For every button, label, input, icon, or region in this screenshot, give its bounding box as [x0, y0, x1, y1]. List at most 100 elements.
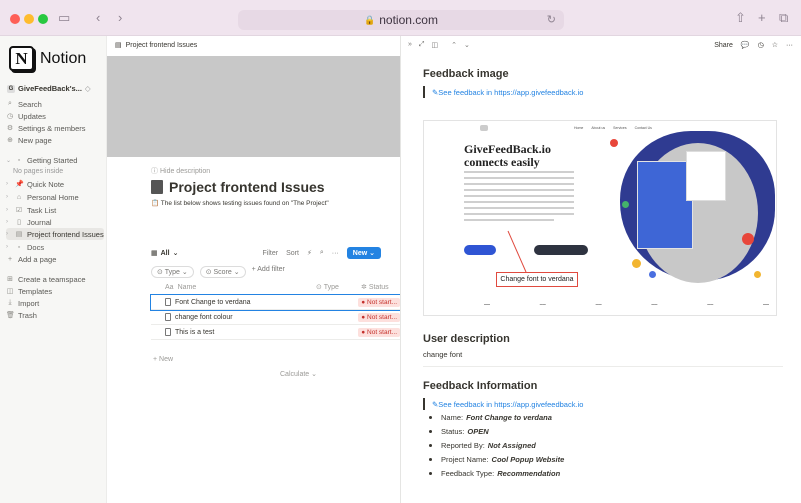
status-badge[interactable]: ● Not start... — [358, 327, 400, 337]
partner-logo: ▬▬ — [539, 302, 546, 306]
expand-icon[interactable]: ⤢ — [419, 41, 425, 49]
new-button[interactable]: New ⌄ — [346, 247, 381, 259]
add-row-button[interactable]: + New — [153, 356, 173, 363]
next-icon[interactable]: ⌄ — [464, 41, 470, 49]
sidebar: N Notion G GiveFeedBack's... ◇ ⌕ Search ◷… — [0, 36, 107, 503]
bullet-icon — [429, 443, 432, 447]
feedback-link[interactable]: ✎ See feedback in https://app.givefeedba… — [423, 86, 583, 98]
table-header: Aa Name ⊙ Type ✲ Status — [151, 280, 400, 295]
status-badge[interactable]: ● Not start... — [358, 312, 400, 322]
share-button[interactable]: Share — [714, 42, 733, 49]
sidebar-page-journal[interactable]: › ▯ Journal — [6, 216, 104, 228]
sidebar-page-project-frontend-issues[interactable]: › ▤ Project frontend Issues — [6, 228, 104, 240]
hide-description-label: Hide description — [159, 168, 211, 175]
more-icon[interactable]: ··· — [786, 42, 793, 49]
view-selector[interactable]: ▦ All ⌄ — [151, 249, 178, 258]
minimize-window-button[interactable] — [24, 14, 34, 24]
chevron-down-icon[interactable]: ⌄ — [6, 157, 11, 164]
sidebar-page-docs[interactable]: › ▫ Docs — [6, 241, 104, 253]
table-row[interactable]: Font Change to verdana ● Not start... — [150, 294, 401, 311]
chevron-right-icon[interactable]: › — [6, 244, 11, 250]
site-text-line — [464, 183, 574, 185]
chevron-right-icon[interactable]: › — [6, 181, 11, 187]
page-title-text: Project frontend Issues — [169, 179, 325, 195]
chevron-right-icon[interactable]: › — [6, 231, 11, 237]
clock-icon: ◷ — [6, 113, 14, 120]
site-nav: Home About us Services Contact Us — [574, 126, 652, 130]
column-header-name[interactable]: Name — [178, 284, 197, 291]
feedback-info-link-text[interactable]: See feedback in https://app.givefeedback… — [438, 400, 583, 409]
hide-description-button[interactable]: ⓘ Hide description — [151, 166, 210, 176]
breadcrumb[interactable]: ▤ Project frontend Issues — [115, 41, 197, 50]
star-icon[interactable]: ☆ — [772, 41, 778, 49]
row-name[interactable]: Font Change to verdana — [175, 299, 251, 306]
sidebar-page-personal-home[interactable]: › ⌂ Personal Home — [6, 191, 104, 203]
feedback-info-link[interactable]: ✎ See feedback in https://app.givefeedba… — [423, 398, 583, 410]
feedback-link-text[interactable]: See feedback in https://app.givefeedback… — [438, 88, 583, 97]
document-icon: ▤ — [15, 231, 23, 238]
type-filter-chip[interactable]: ⊙ Type ⌄ — [151, 266, 194, 278]
calculate-button[interactable]: Calculate ⌄ — [280, 370, 317, 378]
site-primary-button — [464, 245, 496, 255]
download-icon: ⤓ — [8, 299, 12, 306]
sidebar-item-updates[interactable]: ◷ Updates — [6, 110, 104, 122]
sidebar-trash[interactable]: 🗑 Trash — [6, 309, 104, 321]
split-view-icon[interactable]: ◫ — [432, 41, 439, 49]
chevron-right-icon[interactable]: › — [6, 219, 11, 225]
comment-icon[interactable]: 💬 — [741, 41, 750, 49]
table-row[interactable]: change font colour ● Not start... — [151, 310, 400, 325]
tab-overview-icon[interactable]: ⧉ — [779, 10, 788, 26]
sidebar-page-getting-started[interactable]: ⌄ ▫ Getting Started — [6, 154, 104, 166]
sidebar-page-quick-note[interactable]: › 📌 Quick Note — [6, 178, 104, 190]
row-name[interactable]: This is a test — [175, 329, 214, 336]
sidebar-add-page[interactable]: + Add a page — [6, 253, 104, 265]
score-filter-chip[interactable]: ⊙ Score ⌄ — [199, 266, 246, 278]
peek-toolbar: » ⤢ ◫ ⌃ ⌄ Share 💬 ◷ ☆ ··· — [401, 36, 801, 54]
sort-button[interactable]: Sort — [286, 250, 299, 257]
forward-icon[interactable]: › — [118, 10, 122, 26]
site-hero-panel — [686, 151, 726, 201]
search-icon: ⌕ — [8, 100, 12, 107]
history-icon[interactable]: ◷ — [758, 41, 764, 49]
more-icon[interactable]: ··· — [332, 250, 339, 257]
plus-icon: + — [7, 255, 13, 263]
page-title[interactable]: Project frontend Issues — [151, 179, 325, 195]
info-value: OPEN — [467, 426, 489, 436]
status-text: Not start... — [367, 298, 397, 306]
feedback-screenshot: Home About us Services Contact Us GiveFe… — [423, 120, 777, 316]
notion-logo: N Notion — [9, 46, 86, 71]
column-header-status[interactable]: Status — [369, 284, 389, 291]
add-filter-button[interactable]: + Add filter — [252, 266, 285, 278]
collapse-panel-icon[interactable]: » — [408, 41, 412, 49]
lightning-icon[interactable]: ⚡ — [307, 249, 312, 257]
list-item: Name: Font Change to verdana — [423, 410, 564, 424]
sidebar-create-teamspace[interactable]: ⊞ Create a teamspace — [6, 273, 104, 285]
table-row[interactable]: This is a test ● Not start... — [151, 325, 400, 340]
sidebar-import[interactable]: ⤓ Import — [6, 297, 104, 309]
sidebar-item-settings[interactable]: ⚙ Settings & members — [6, 122, 104, 134]
reload-icon[interactable]: ↻ — [547, 13, 556, 26]
filter-button[interactable]: Filter — [263, 250, 279, 257]
previous-icon[interactable]: ⌃ — [451, 41, 457, 49]
bullet-icon — [429, 429, 432, 433]
sidebar-templates[interactable]: ◫ Templates — [6, 285, 104, 297]
row-name[interactable]: change font colour — [175, 314, 233, 321]
filter-chips: ⊙ Type ⌄ ⊙ Score ⌄ + Add filter — [151, 266, 285, 278]
back-icon[interactable]: ‹ — [96, 10, 100, 26]
address-bar[interactable]: 🔒 notion.com ↻ — [238, 10, 564, 30]
sidebar-item-search[interactable]: ⌕ Search — [6, 98, 104, 110]
decoration-dot — [742, 233, 754, 245]
share-icon[interactable]: ⇧ — [735, 10, 746, 26]
chevron-right-icon[interactable]: › — [6, 207, 11, 213]
sidebar-item-new-page[interactable]: ⊕ New page — [6, 134, 104, 146]
chevron-right-icon[interactable]: › — [6, 194, 11, 200]
column-header-type[interactable]: Type — [324, 284, 339, 291]
workspace-switcher[interactable]: G GiveFeedBack's... ◇ — [7, 84, 91, 93]
zoom-window-button[interactable] — [38, 14, 48, 24]
new-tab-icon[interactable]: + — [758, 10, 766, 26]
sidebar-page-task-list[interactable]: › ☑ Task List — [6, 204, 104, 216]
search-icon[interactable]: ⌕ — [320, 249, 324, 257]
sidebar-toggle-icon[interactable]: ▭ — [58, 10, 70, 26]
close-window-button[interactable] — [10, 14, 20, 24]
status-badge[interactable]: ● Not start... — [358, 297, 400, 307]
